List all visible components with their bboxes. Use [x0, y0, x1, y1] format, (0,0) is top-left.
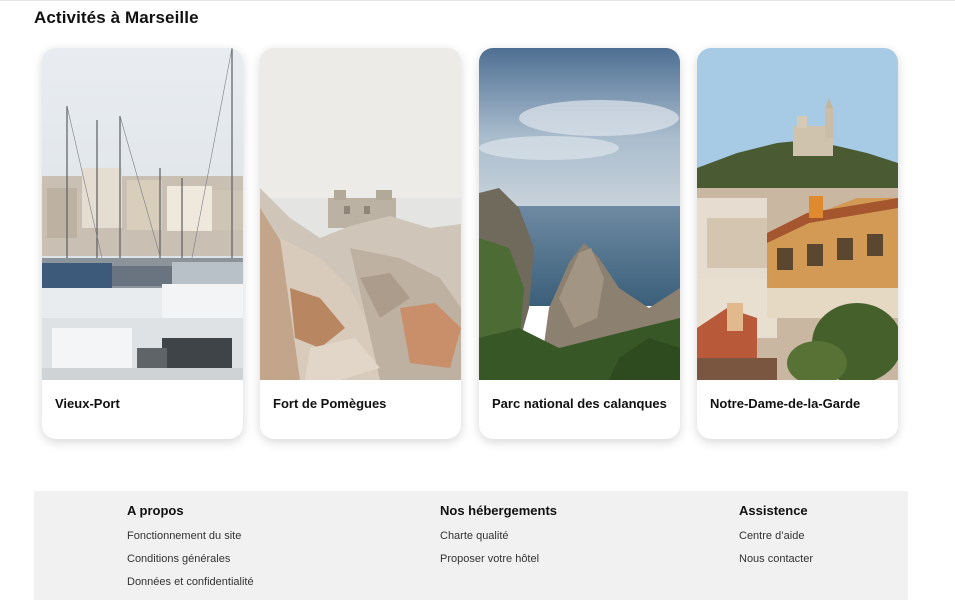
activities-cards: Vieux-Port Fort de Pomègues Parc nationa…	[42, 48, 902, 440]
top-divider	[0, 0, 955, 1]
basilica-city-photo	[697, 48, 898, 380]
activity-card-notre-dame-de-la-garde[interactable]: Notre-Dame-de-la-Garde	[697, 48, 898, 439]
card-title: Vieux-Port	[55, 396, 120, 411]
card-title: Parc national des calanques	[492, 396, 667, 411]
footer-heading: A propos	[127, 503, 184, 518]
footer-heading: Assistence	[739, 503, 808, 518]
footer-heading: Nos hébergements	[440, 503, 558, 518]
footer-link-proposer-hotel[interactable]: Proposer votre hôtel	[440, 553, 539, 565]
fort-rocks-photo	[260, 48, 461, 380]
harbor-photo	[42, 48, 243, 380]
calanques-coast-photo	[479, 48, 680, 380]
footer-link-centre-aide[interactable]: Centre d’aide	[739, 530, 804, 542]
activity-card-vieux-port[interactable]: Vieux-Port	[42, 48, 243, 439]
card-title: Fort de Pomègues	[273, 396, 387, 411]
footer-link-fonctionnement[interactable]: Fonctionnement du site	[127, 530, 241, 542]
activity-card-parc-national-des-calanques[interactable]: Parc national des calanques	[479, 48, 680, 439]
footer-link-donnees[interactable]: Données et confidentialité	[127, 576, 254, 588]
activity-card-fort-de-pomegues[interactable]: Fort de Pomègues	[260, 48, 461, 439]
footer-link-conditions[interactable]: Conditions générales	[127, 553, 230, 565]
footer: A propos Fonctionnement du site Conditio…	[34, 491, 908, 600]
footer-link-charte-qualite[interactable]: Charte qualité	[440, 530, 509, 542]
card-title: Notre-Dame-de-la-Garde	[710, 396, 861, 411]
section-title: Activités à Marseille	[34, 8, 199, 27]
footer-link-nous-contacter[interactable]: Nous contacter	[739, 553, 813, 565]
